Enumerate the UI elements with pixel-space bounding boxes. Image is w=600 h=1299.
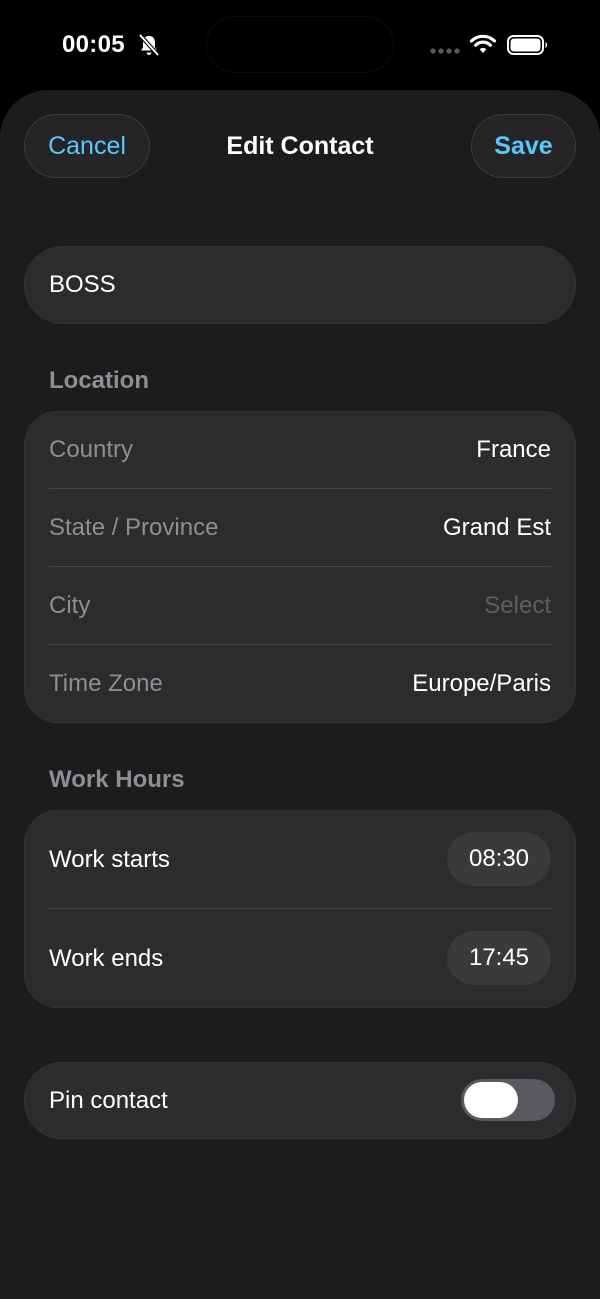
work-ends-label: Work ends [49, 945, 164, 972]
time-zone-value: Europe/Paris [412, 670, 551, 697]
bell-slash-icon [138, 33, 160, 57]
work-hours-card: Work starts 08:30 Work ends 17:45 [24, 810, 576, 1008]
signal-icon [430, 48, 460, 54]
work-hours-section-header: Work Hours [49, 766, 185, 793]
location-card: Country France State / Province Grand Es… [24, 411, 576, 723]
state-province-label: State / Province [49, 514, 219, 541]
city-select-placeholder: Select [484, 592, 551, 619]
city-row[interactable]: City Select [49, 567, 551, 645]
work-ends-row: Work ends 17:45 [49, 909, 551, 1008]
time-zone-label: Time Zone [49, 670, 163, 697]
toggle-knob [464, 1082, 518, 1118]
contact-name-input[interactable]: BOSS [24, 246, 576, 324]
country-value: France [476, 436, 551, 463]
pin-contact-row: Pin contact [24, 1062, 576, 1139]
battery-icon [507, 35, 547, 55]
pin-contact-toggle[interactable] [461, 1079, 555, 1121]
screen: 00:05 Cancel Edit Contact Save BOSS Loca… [0, 0, 600, 1299]
state-province-row[interactable]: State / Province Grand Est [49, 489, 551, 567]
edit-contact-sheet: Cancel Edit Contact Save BOSS Location C… [0, 90, 600, 1299]
status-time: 00:05 [62, 31, 125, 58]
work-ends-time-picker[interactable]: 17:45 [447, 931, 551, 985]
location-section-header: Location [49, 367, 149, 394]
dynamic-island [207, 17, 393, 72]
status-bar: 00:05 [0, 0, 600, 90]
work-starts-time-picker[interactable]: 08:30 [447, 832, 551, 886]
country-label: Country [49, 436, 134, 463]
pin-contact-label: Pin contact [49, 1087, 168, 1114]
wifi-icon [469, 34, 497, 53]
work-starts-label: Work starts [49, 846, 170, 873]
work-starts-row: Work starts 08:30 [49, 810, 551, 909]
cancel-button[interactable]: Cancel [24, 114, 150, 178]
save-button[interactable]: Save [471, 114, 576, 178]
state-province-value: Grand Est [442, 514, 551, 541]
country-row[interactable]: Country France [49, 411, 551, 489]
page-title: Edit Contact [226, 132, 374, 160]
time-zone-row[interactable]: Time Zone Europe/Paris [49, 645, 551, 723]
city-label: City [49, 592, 91, 619]
